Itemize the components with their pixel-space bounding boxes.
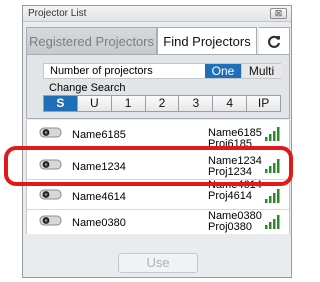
projector-icon bbox=[39, 159, 62, 170]
projector-details: Name0380 Proj0380 bbox=[208, 211, 262, 233]
change-search-bar: S U 1 2 3 4 IP bbox=[43, 95, 281, 112]
list-item-projector[interactable]: Name6185 Name6185 Proj6185 bbox=[27, 120, 289, 150]
projector-name: Name4614 bbox=[72, 191, 126, 203]
projector-details: Name1234 Proj1234 bbox=[208, 156, 262, 178]
projector-detail-line2: Proj4614 bbox=[208, 190, 253, 202]
projector-name: Name6185 bbox=[72, 129, 126, 141]
use-button[interactable]: Use bbox=[118, 253, 198, 273]
multi-toggle-button[interactable]: Multi bbox=[241, 64, 281, 78]
projector-detail-line2: Proj1234 bbox=[208, 166, 253, 178]
search-panel: Number of projectors One Multi Change Se… bbox=[26, 54, 290, 119]
search-button-4[interactable]: 4 bbox=[213, 96, 248, 111]
projector-icon bbox=[39, 215, 62, 226]
projector-name: Name0380 bbox=[72, 217, 126, 229]
signal-strength-icon bbox=[265, 189, 280, 203]
signal-strength-icon bbox=[265, 159, 280, 173]
tab-registered-projectors[interactable]: Registered Projectors bbox=[26, 27, 157, 55]
number-of-projectors-row: Number of projectors One Multi bbox=[43, 63, 281, 79]
list-item-projector[interactable]: Name0380 Name0380 Proj0380 bbox=[27, 208, 289, 234]
one-toggle-button[interactable]: One bbox=[205, 64, 241, 78]
tab-bar: Registered Projectors Find Projectors bbox=[26, 27, 290, 55]
title-bar: Projector List ⊠ bbox=[23, 6, 291, 22]
search-button-ip[interactable]: IP bbox=[247, 96, 281, 111]
tab-find-projectors[interactable]: Find Projectors bbox=[157, 27, 257, 55]
number-of-projectors-label: Number of projectors bbox=[50, 65, 153, 77]
list-item-projector[interactable]: Name4614 Name4614 Proj4614 bbox=[27, 180, 289, 210]
signal-strength-icon bbox=[265, 215, 280, 229]
refresh-icon[interactable] bbox=[259, 27, 290, 55]
search-button-s[interactable]: S bbox=[44, 96, 78, 111]
close-icon[interactable]: ⊠ bbox=[270, 8, 287, 19]
projector-details: Name4614 Proj4614 bbox=[208, 180, 262, 202]
change-search-label: Change Search bbox=[49, 82, 126, 94]
projector-details: Name6185 Proj6185 bbox=[208, 128, 262, 150]
projector-list-window: Projector List ⊠ Registered Projectors F… bbox=[22, 5, 292, 278]
projector-name: Name1234 bbox=[72, 161, 126, 173]
projector-detail-line2: Proj0380 bbox=[208, 221, 253, 233]
list-item-projector[interactable]: Name1234 Name1234 Proj1234 bbox=[27, 152, 289, 180]
projector-list: Name6185 Name6185 Proj6185 Name1234 Name… bbox=[26, 120, 290, 234]
projector-icon bbox=[39, 189, 62, 200]
search-button-u[interactable]: U bbox=[77, 96, 112, 111]
window-title: Projector List bbox=[28, 8, 87, 19]
search-button-1[interactable]: 1 bbox=[111, 96, 146, 111]
search-button-3[interactable]: 3 bbox=[179, 96, 214, 111]
projector-icon bbox=[39, 127, 62, 138]
projector-detail-line2: Proj6185 bbox=[208, 138, 253, 150]
search-button-2[interactable]: 2 bbox=[145, 96, 180, 111]
signal-strength-icon bbox=[265, 127, 280, 141]
